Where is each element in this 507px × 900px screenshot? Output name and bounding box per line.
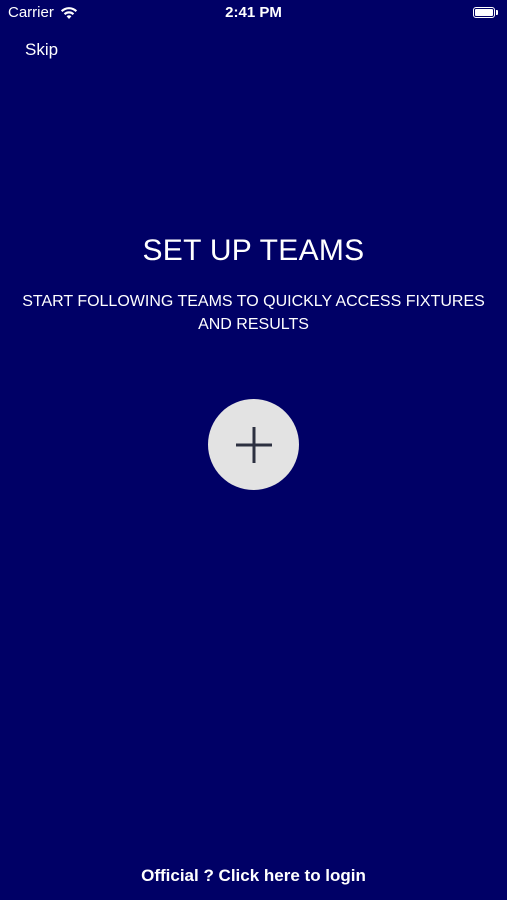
battery-nub: [496, 10, 498, 15]
page-subtitle: START FOLLOWING TEAMS TO QUICKLY ACCESS …: [22, 293, 485, 333]
status-time: 2:41 PM: [225, 4, 282, 21]
add-team-button[interactable]: [208, 399, 299, 490]
status-bar: Carrier 2:41 PM: [0, 0, 507, 28]
battery-fill: [475, 9, 493, 16]
skip-button[interactable]: Skip: [25, 40, 58, 60]
page-title: SET UP TEAMS: [142, 234, 365, 267]
battery-icon: [473, 7, 498, 18]
official-login-link[interactable]: Official ? Click here to login: [0, 866, 507, 886]
plus-icon: [235, 426, 272, 463]
